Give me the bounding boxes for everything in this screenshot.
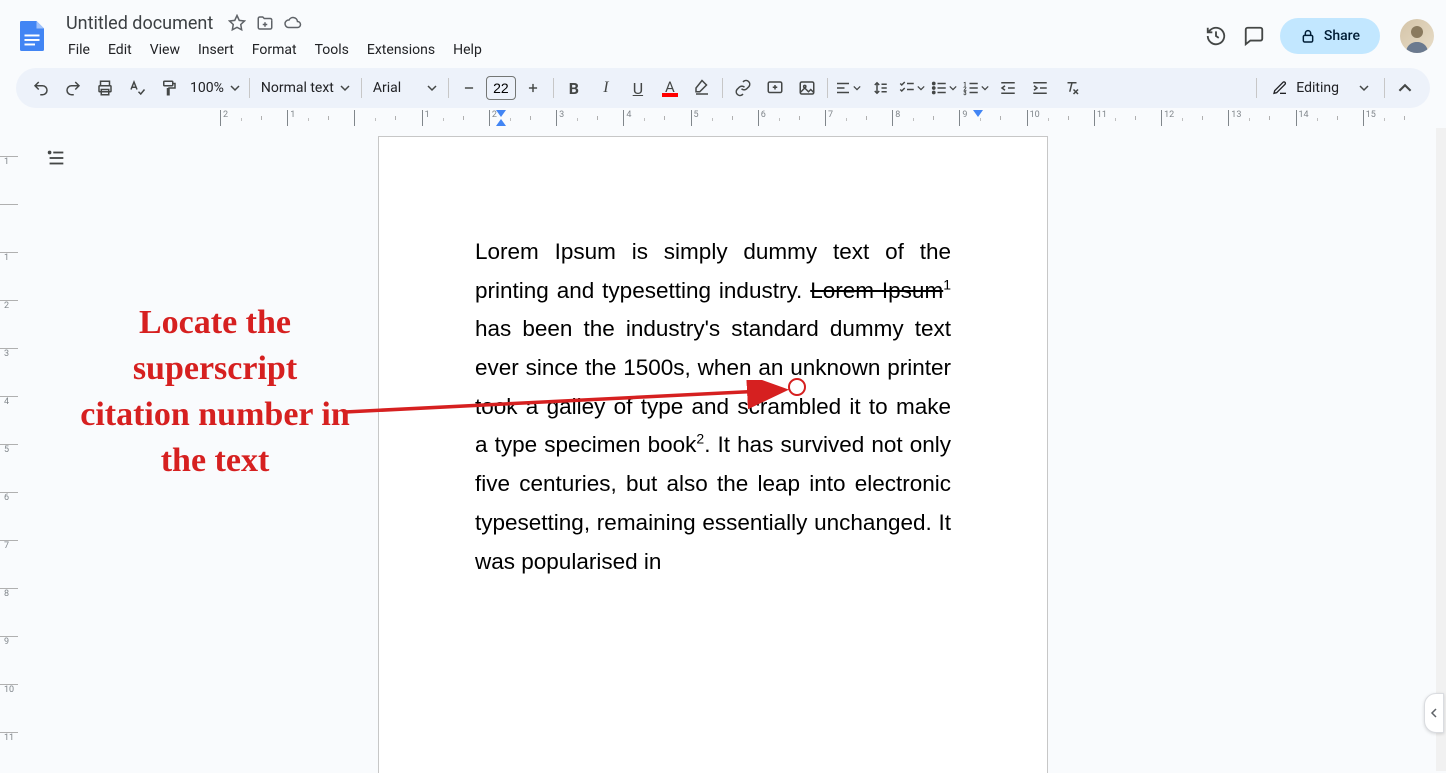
svg-text:3: 3	[964, 91, 967, 97]
canvas: 1 1 2 3 4 5 6 7 8 9 10 11 12 13 Lorem Ip…	[0, 126, 1438, 773]
document-page[interactable]: Lorem Ipsum is simply dummy text of the …	[378, 136, 1048, 773]
toolbar: 100% Normal text Arial B I U A 123 Editi…	[16, 68, 1430, 108]
undo-button[interactable]	[26, 73, 56, 103]
highlight-button[interactable]	[687, 73, 717, 103]
vertical-ruler[interactable]: 1 1 2 3 4 5 6 7 8 9 10 11 12 13	[0, 126, 18, 773]
star-icon[interactable]	[227, 13, 247, 33]
font-value: Arial	[373, 80, 401, 96]
font-size-input[interactable]	[486, 76, 516, 100]
align-button[interactable]	[833, 73, 863, 103]
bulleted-list-button[interactable]	[929, 73, 959, 103]
vertical-scrollbar[interactable]	[1436, 128, 1446, 771]
font-size-stepper	[454, 73, 548, 103]
strikethrough-text: Lorem Ipsum	[810, 278, 943, 303]
style-value: Normal text	[261, 80, 334, 96]
menu-tools[interactable]: Tools	[307, 38, 357, 62]
insert-comment-button[interactable]	[760, 73, 790, 103]
header: Untitled document File Edit View Insert …	[0, 0, 1446, 64]
collapse-toolbar-button[interactable]	[1390, 73, 1420, 103]
print-button[interactable]	[90, 73, 120, 103]
clear-formatting-button[interactable]	[1057, 73, 1087, 103]
menu-view[interactable]: View	[142, 38, 188, 62]
header-right: Share	[1204, 18, 1434, 54]
style-select[interactable]: Normal text	[255, 80, 356, 96]
menu-extensions[interactable]: Extensions	[359, 38, 443, 62]
checklist-button[interactable]	[897, 73, 927, 103]
zoom-value: 100%	[190, 80, 224, 96]
share-button[interactable]: Share	[1280, 18, 1380, 54]
history-icon[interactable]	[1204, 24, 1228, 48]
avatar[interactable]	[1400, 19, 1434, 53]
menu-edit[interactable]: Edit	[100, 38, 140, 62]
redo-button[interactable]	[58, 73, 88, 103]
citation-superscript-1[interactable]: 1	[943, 276, 951, 292]
numbered-list-button[interactable]: 123	[961, 73, 991, 103]
cloud-status-icon[interactable]	[283, 13, 303, 33]
document-title[interactable]: Untitled document	[60, 11, 219, 36]
indent-decrease-button[interactable]	[993, 73, 1023, 103]
italic-button[interactable]: I	[591, 73, 621, 103]
editing-mode-select[interactable]: Editing	[1262, 80, 1379, 96]
editing-label: Editing	[1296, 80, 1339, 96]
document-body[interactable]: Lorem Ipsum is simply dummy text of the …	[379, 137, 1047, 581]
move-icon[interactable]	[255, 13, 275, 33]
menu-format[interactable]: Format	[244, 38, 305, 62]
horizontal-ruler[interactable]: 2 1 1 2 3 4 5 6 7 8 9 10 11 12 13 14 15	[28, 110, 1430, 126]
share-label: Share	[1324, 28, 1360, 44]
title-area: Untitled document File Edit View Insert …	[60, 11, 1204, 62]
outline-toggle-button[interactable]	[40, 142, 72, 174]
font-size-minus[interactable]	[454, 73, 484, 103]
menu-file[interactable]: File	[60, 38, 98, 62]
underline-button[interactable]: U	[623, 73, 653, 103]
zoom-select[interactable]: 100%	[186, 80, 244, 96]
paint-format-button[interactable]	[154, 73, 184, 103]
font-select[interactable]: Arial	[367, 80, 443, 96]
insert-link-button[interactable]	[728, 73, 758, 103]
indent-increase-button[interactable]	[1025, 73, 1055, 103]
first-line-indent-marker[interactable]	[496, 110, 506, 117]
bold-button[interactable]: B	[559, 73, 589, 103]
expand-sidepanel-button[interactable]	[1424, 693, 1444, 733]
menu-insert[interactable]: Insert	[190, 38, 242, 62]
spellcheck-button[interactable]	[122, 73, 152, 103]
docs-logo[interactable]	[12, 16, 52, 56]
left-indent-marker[interactable]	[496, 119, 506, 126]
text-color-button[interactable]: A	[655, 73, 685, 103]
menu-help[interactable]: Help	[445, 38, 490, 62]
line-spacing-button[interactable]	[865, 73, 895, 103]
comments-icon[interactable]	[1242, 24, 1266, 48]
right-indent-marker[interactable]	[973, 110, 983, 117]
insert-image-button[interactable]	[792, 73, 822, 103]
menubar: File Edit View Insert Format Tools Exten…	[60, 38, 1204, 62]
font-size-plus[interactable]	[518, 73, 548, 103]
